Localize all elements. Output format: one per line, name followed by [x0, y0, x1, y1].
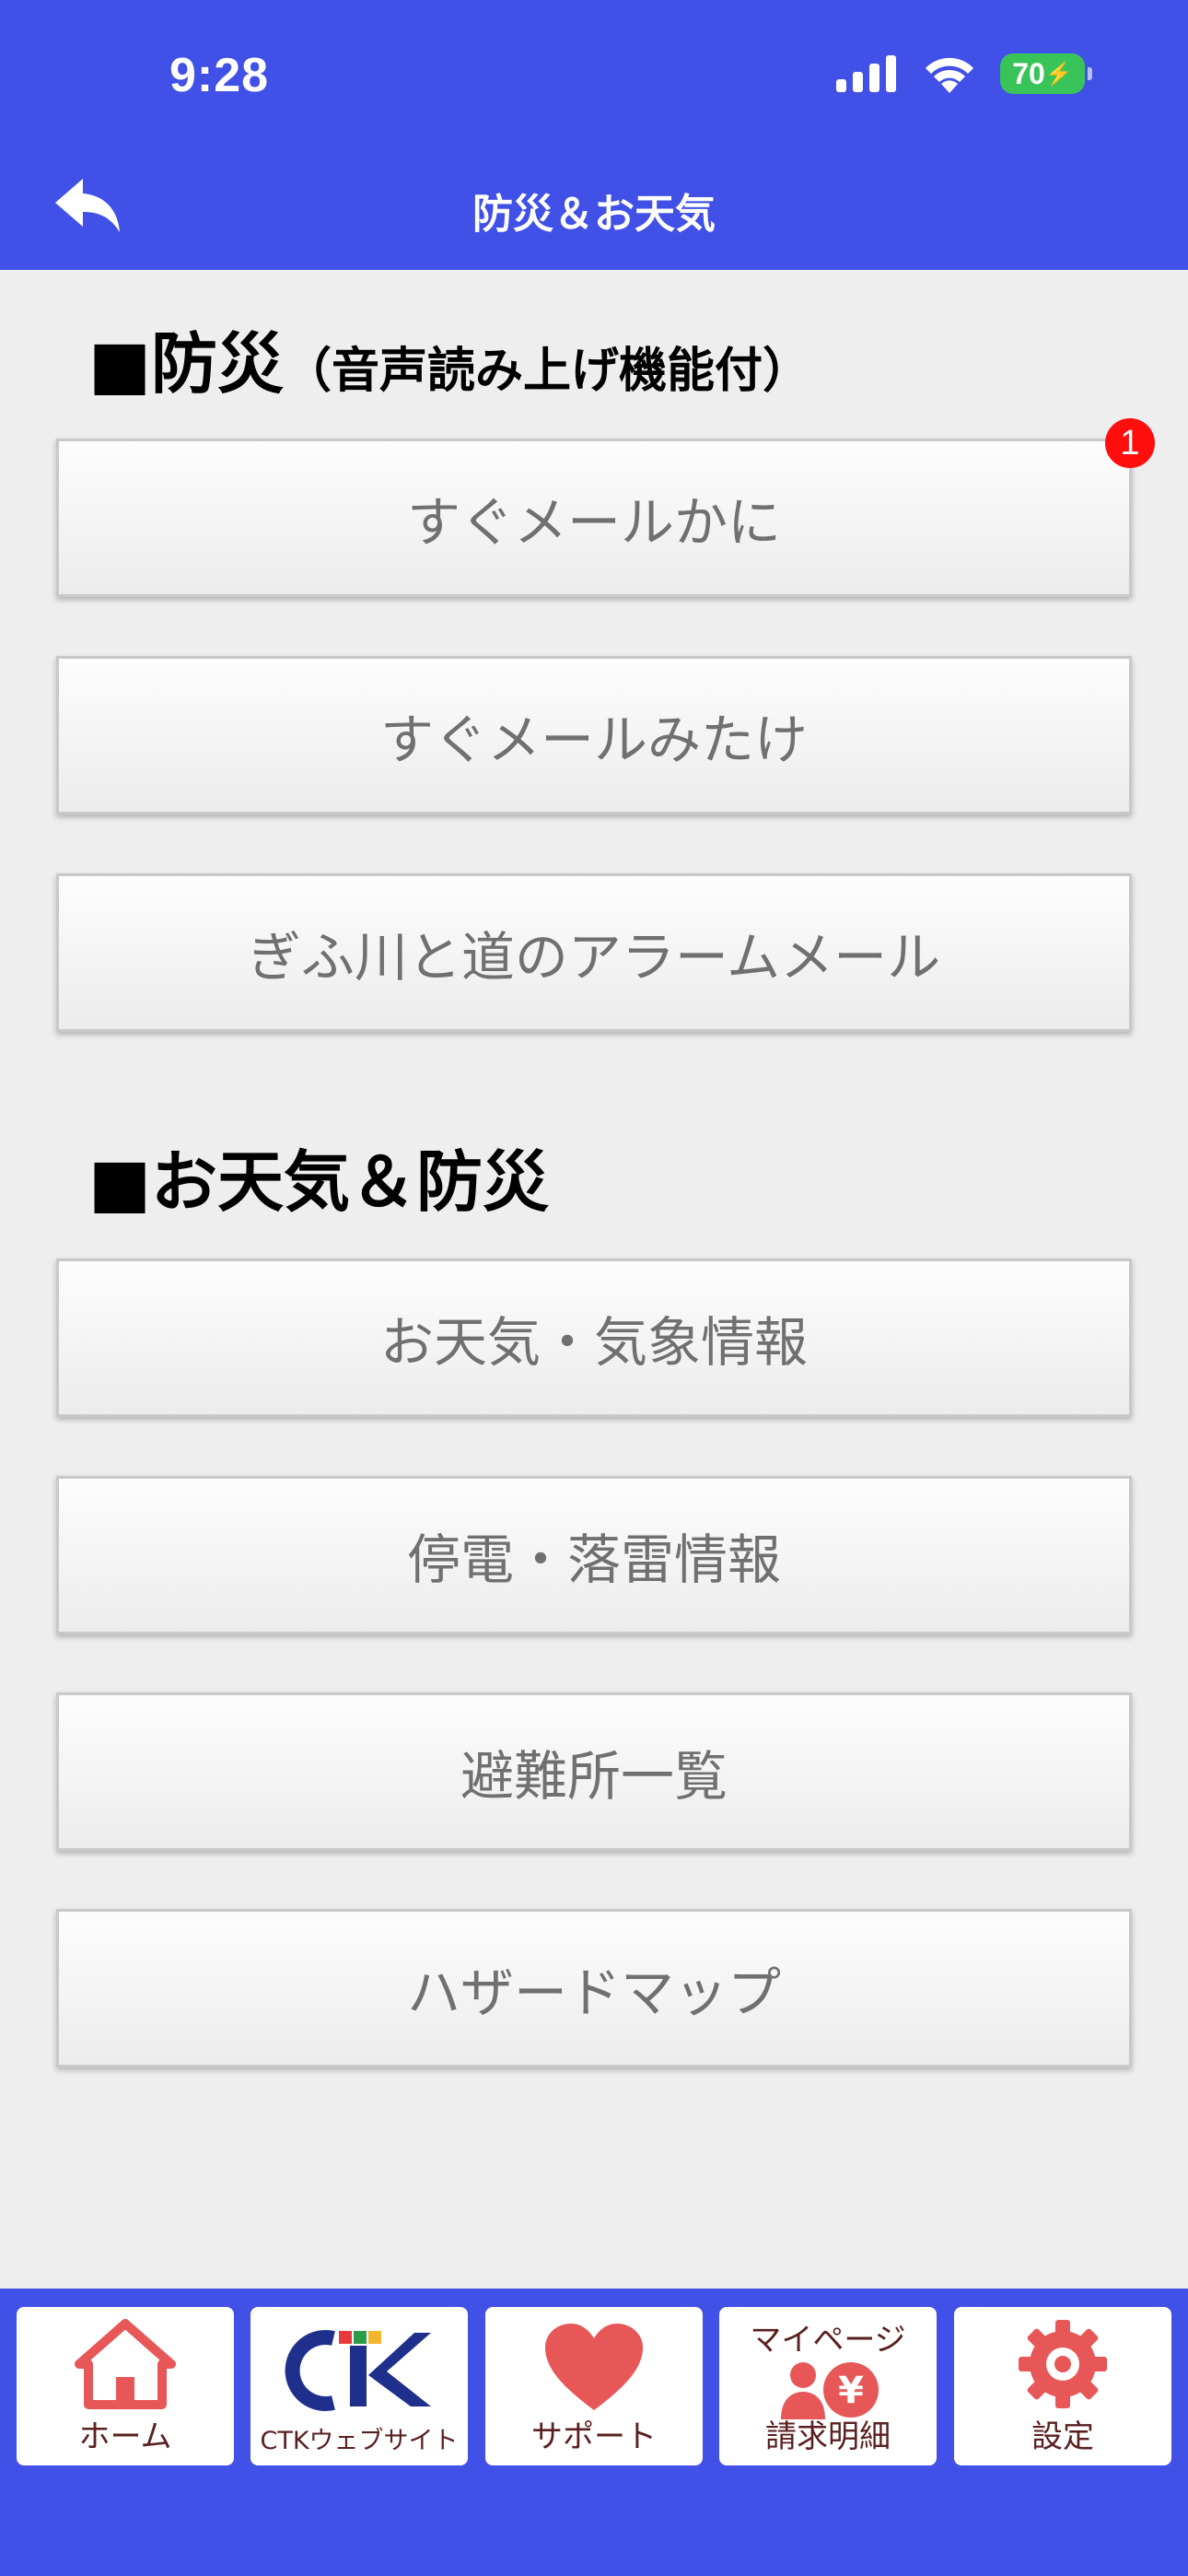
tab-top-label: マイページ: [750, 2322, 906, 2359]
notification-badge: 1: [1105, 418, 1155, 468]
status-time: 9:28: [169, 49, 270, 102]
section-title-weather: ■お天気＆防災: [88, 1128, 549, 1224]
section-title-text: ■お天気＆防災: [88, 1143, 550, 1221]
tab-label: 設定: [1031, 2418, 1094, 2455]
gear-icon: [1019, 2320, 1107, 2408]
tab-support[interactable]: サポート: [485, 2307, 703, 2465]
status-icons: 70 ⚡: [836, 53, 1092, 94]
tab-label: ホーム: [78, 2418, 172, 2455]
section-title-disaster: ■防災（音声読み上げ機能付）: [88, 310, 810, 406]
tab-mypage-billing[interactable]: マイページ ¥ 請求明細: [719, 2307, 937, 2465]
bottom-tab-bar: ホーム CTKウェブサイト サポート マイページ ¥ 請求明細 設定: [0, 2289, 1188, 2576]
svg-text:¥: ¥: [838, 2370, 864, 2412]
wifi-icon: [926, 57, 973, 93]
home-icon: [75, 2319, 176, 2409]
button-label: 停電・落雷情報: [406, 1528, 781, 1591]
button-label: お天気・気象情報: [379, 1311, 808, 1374]
button-sugu-mail-kani[interactable]: すぐメールかに: [56, 439, 1132, 597]
button-hazard-map[interactable]: ハザードマップ: [56, 1909, 1132, 2067]
tab-home[interactable]: ホーム: [17, 2307, 234, 2465]
button-weather-info[interactable]: お天気・気象情報: [56, 1259, 1132, 1417]
button-evacuation-list[interactable]: 避難所一覧: [56, 1692, 1132, 1851]
page-title: 防災＆お天気: [472, 191, 716, 238]
ctk-logo-icon: [285, 2330, 431, 2411]
signal-icon: [836, 55, 896, 92]
tab-label: 請求明細: [765, 2418, 891, 2455]
button-sugu-mail-mitake[interactable]: すぐメールみたけ: [56, 656, 1132, 814]
tab-ctk-website[interactable]: CTKウェブサイト: [250, 2307, 468, 2465]
navigation-header: 防災＆お天気: [0, 147, 1188, 270]
heart-icon: [545, 2324, 643, 2410]
button-label: ぎふ川と道のアラームメール: [247, 926, 941, 989]
button-label: 避難所一覧: [460, 1745, 728, 1808]
tab-label: CTKウェブサイト: [260, 2427, 459, 2455]
tab-settings[interactable]: 設定: [954, 2307, 1171, 2465]
status-bar: 9:28 70 ⚡: [0, 0, 1188, 147]
tab-label: サポート: [531, 2418, 657, 2455]
battery-icon: 70 ⚡: [1000, 53, 1092, 94]
battery-level: 70: [1012, 56, 1045, 90]
button-gifu-river-road-alarm[interactable]: ぎふ川と道のアラームメール: [56, 873, 1132, 1032]
button-label: ハザードマップ: [406, 1961, 781, 2024]
button-label: すぐメールかに: [406, 491, 781, 554]
button-label: すぐメールみたけ: [379, 708, 808, 771]
section-title-text: ■防災: [88, 325, 285, 403]
section-subtitle: （音声読み上げ機能付）: [284, 344, 811, 399]
button-outage-lightning[interactable]: 停電・落雷情報: [56, 1476, 1132, 1634]
